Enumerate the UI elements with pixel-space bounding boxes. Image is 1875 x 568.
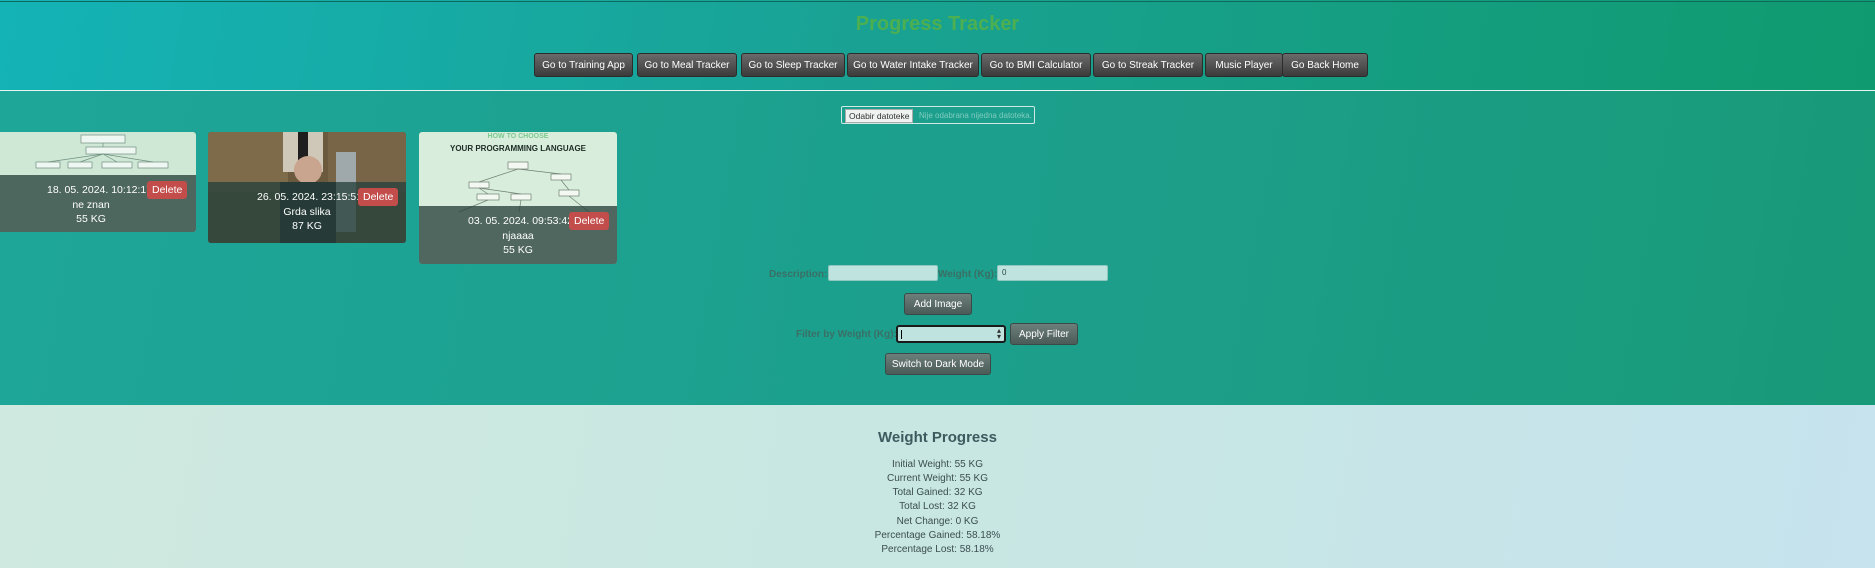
weight-filter-select[interactable]: ▴ ▾ — [896, 325, 1006, 343]
card-description: Grda slika — [283, 206, 331, 218]
stat-total-gained: Total Gained: 32 KG — [892, 487, 983, 498]
spinner-icon: ▴ ▾ — [996, 326, 1001, 341]
card-weight: 87 KG — [292, 220, 322, 232]
progress-card: 26. 05. 2024. 23:15:51 Delete Grda slika… — [208, 132, 406, 243]
nav-training-button[interactable]: Go to Training App — [534, 53, 633, 77]
text-cursor — [901, 330, 902, 339]
file-input[interactable]: Odabir datoteke Nije odabrana nijedna da… — [841, 106, 1035, 124]
card-weight: 55 KG — [76, 213, 106, 225]
stat-initial-weight: Initial Weight: 55 KG — [892, 459, 983, 470]
card-overlay: 18. 05. 2024. 10:12:17 Delete ne znan 55… — [0, 175, 196, 232]
card-description: njaaaa — [502, 230, 534, 242]
file-status-text: Nije odabrana nijedna datoteka. — [919, 111, 1032, 120]
nav-streak-button[interactable]: Go to Streak Tracker — [1093, 53, 1203, 77]
nav-bmi-button[interactable]: Go to BMI Calculator — [981, 53, 1091, 77]
card-weight: 55 KG — [503, 244, 533, 256]
choose-file-button[interactable]: Odabir datoteke — [845, 109, 914, 123]
nav-water-button[interactable]: Go to Water Intake Tracker — [847, 53, 979, 77]
stat-net-change: Net Change: 0 KG — [896, 516, 979, 527]
filter-label: Filter by Weight (Kg): — [796, 329, 897, 340]
delete-button[interactable]: Delete — [147, 181, 188, 199]
nav-sleep-button[interactable]: Go to Sleep Tracker — [741, 53, 845, 77]
stat-current-weight: Current Weight: 55 KG — [887, 473, 988, 484]
dark-mode-button[interactable]: Switch to Dark Mode — [885, 353, 991, 375]
stat-percentage-gained: Percentage Gained: 58.18% — [874, 530, 1001, 541]
progress-card: 18. 05. 2024. 10:12:17 Delete ne znan 55… — [0, 132, 196, 232]
card-date: 18. 05. 2024. 10:12:17 — [47, 184, 153, 196]
card-overlay: 26. 05. 2024. 23:15:51 Delete Grda slika… — [208, 182, 406, 243]
thumb-heading-2: YOUR PROGRAMMING LANGUAGE — [450, 144, 587, 153]
description-label: Description: — [769, 269, 828, 280]
nav-music-button[interactable]: Music Player — [1205, 53, 1283, 77]
stat-percentage-lost: Percentage Lost: 58.18% — [881, 544, 994, 555]
thumb-heading-1: HOW TO CHOOSE — [488, 133, 549, 140]
top-border — [0, 1, 1875, 2]
card-overlay: 03. 05. 2024. 09:53:42 Delete njaaaa 55 … — [419, 206, 617, 264]
progress-card: HOW TO CHOOSE YOUR PROGRAMMING LANGUAGE … — [419, 132, 617, 264]
delete-button[interactable]: Delete — [569, 212, 610, 230]
weight-label: Weight (Kg): — [938, 269, 998, 280]
apply-filter-button[interactable]: Apply Filter — [1010, 323, 1078, 345]
card-date: 26. 05. 2024. 23:15:51 — [257, 191, 363, 203]
stat-total-lost: Total Lost: 32 KG — [899, 501, 976, 512]
card-date: 03. 05. 2024. 09:53:42 — [468, 215, 574, 227]
description-input[interactable] — [828, 265, 938, 281]
page-title: Progress Tracker — [855, 13, 1020, 35]
nav-home-button[interactable]: Go Back Home — [1282, 53, 1368, 77]
add-image-button[interactable]: Add Image — [904, 293, 972, 315]
weight-input[interactable]: 0 — [997, 265, 1108, 281]
delete-button[interactable]: Delete — [358, 188, 399, 206]
nav-meal-button[interactable]: Go to Meal Tracker — [637, 53, 737, 77]
card-description: ne znan — [72, 199, 110, 211]
weight-progress-title: Weight Progress — [878, 429, 997, 446]
